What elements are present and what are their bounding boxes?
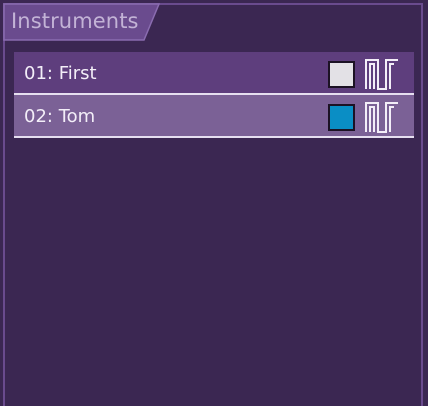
instrument-color-swatch[interactable] [328,104,355,131]
instrument-row[interactable]: 02: Tom [14,95,414,138]
square-wave-icon[interactable] [364,57,400,90]
tab-label: Instruments [11,9,139,33]
instrument-color-swatch[interactable] [328,61,355,88]
instrument-row[interactable]: 01: First [14,52,414,95]
instruments-panel: Instruments 01: First 02: Tom [0,0,428,406]
instrument-name: 02: Tom [24,106,96,127]
instrument-list: 01: First 02: Tom [14,52,414,138]
square-wave-icon[interactable] [364,100,400,133]
instrument-name: 01: First [24,63,97,84]
instruments-tab[interactable]: Instruments [3,3,163,41]
